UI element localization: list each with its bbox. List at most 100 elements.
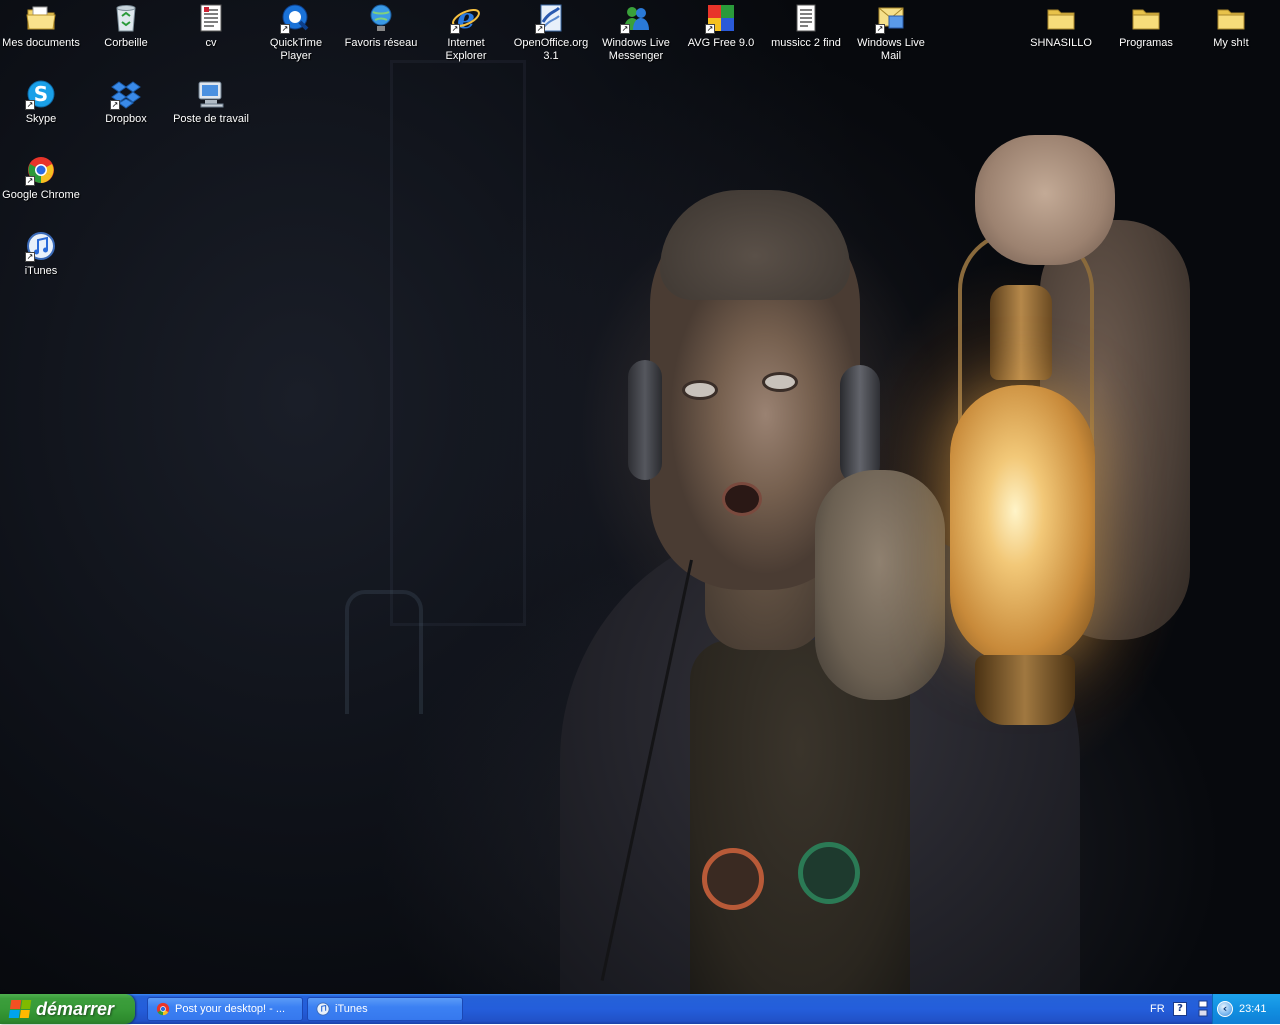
desktop-icon-label: Favoris réseau <box>344 37 418 49</box>
quicktime-icon: ↗ <box>280 2 312 34</box>
windows-logo-icon <box>8 1000 32 1018</box>
shortcut-arrow-icon: ↗ <box>875 24 885 34</box>
desktop-icon-openoffice[interactable]: ↗ OpenOffice.org 3.1 <box>511 2 591 63</box>
desktop-icon-cv[interactable]: cv <box>171 2 251 50</box>
desktop-icon-mes-documents[interactable]: Mes documents <box>1 2 81 50</box>
desktop-icon-internet-explorer[interactable]: e ↗ Internet Explorer <box>426 2 506 63</box>
openoffice-icon: ↗ <box>535 2 567 34</box>
avg-icon: ↗ <box>705 2 737 34</box>
internet-explorer-icon: e ↗ <box>450 2 482 34</box>
shortcut-arrow-icon: ↗ <box>25 100 35 110</box>
wallpaper-arm <box>1040 220 1190 640</box>
desktop-icon-windows-live-mail[interactable]: ↗ Windows Live Mail <box>851 2 931 63</box>
wallpaper-lantern-top <box>990 285 1052 380</box>
desktop-icon-poste-de-travail[interactable]: Poste de travail <box>171 78 251 126</box>
shortcut-arrow-icon: ↗ <box>110 100 120 110</box>
svg-text:S: S <box>34 82 48 106</box>
wallpaper-hair <box>660 190 850 300</box>
start-button-label: démarrer <box>36 998 115 1019</box>
taskbar-button-chrome[interactable]: Post your desktop! - ... <box>147 997 303 1021</box>
wallpaper-door <box>390 60 526 626</box>
mail-icon: ↗ <box>875 2 907 34</box>
messenger-icon: ↗ <box>620 2 652 34</box>
desktop-icon-label: Mes documents <box>2 37 80 49</box>
shortcut-arrow-icon: ↗ <box>620 24 630 34</box>
desktop-icon-itunes[interactable]: ↗ iTunes <box>1 230 81 278</box>
folder-icon <box>1130 2 1162 34</box>
wallpaper-chair <box>345 590 423 714</box>
desktop-icon-label: cv <box>205 37 217 49</box>
taskbar: démarrer Post your desktop! - ... iTunes… <box>0 994 1280 1024</box>
desktop-icon-mussicc-2-find[interactable]: mussicc 2 find <box>766 2 846 50</box>
wallpaper-lantern-handle <box>958 230 1094 454</box>
help-icon[interactable]: ? <box>1173 1002 1187 1016</box>
desktop-icon-label: Dropbox <box>105 113 147 125</box>
notification-icon[interactable] <box>1197 997 1209 1021</box>
desktop-icon-my-sh1t[interactable]: My sh!t <box>1191 2 1271 50</box>
shortcut-arrow-icon: ↗ <box>535 24 545 34</box>
desktop-icon-label: iTunes <box>24 265 58 277</box>
wallpaper-plush-toy <box>815 470 945 700</box>
documents-folder-icon <box>25 2 57 34</box>
desktop-icon-programas[interactable]: Programas <box>1106 2 1186 50</box>
desktop-icon-quicktime[interactable]: ↗ QuickTime Player <box>256 2 336 63</box>
desktop-icon-label: QuickTime Player <box>269 37 323 62</box>
desktop-icon-corbeille[interactable]: Corbeille <box>86 2 166 50</box>
my-computer-icon <box>195 78 227 110</box>
desktop-icon-label: My sh!t <box>1213 37 1249 49</box>
start-button[interactable]: démarrer <box>0 994 135 1024</box>
wallpaper-badge-green <box>798 842 860 904</box>
wallpaper-neck <box>705 500 825 650</box>
desktop-icon-google-chrome[interactable]: ↗ Google Chrome <box>1 154 81 202</box>
dropbox-icon: ↗ <box>110 78 142 110</box>
shortcut-arrow-icon: ↗ <box>25 252 35 262</box>
shortcut-arrow-icon: ↗ <box>280 24 290 34</box>
wallpaper-headphone-right <box>840 365 880 485</box>
desktop-icon-label: Skype <box>25 113 57 125</box>
clock[interactable]: 23:41 <box>1239 1003 1267 1015</box>
system-tray: ‹ 23:41 <box>1212 994 1280 1024</box>
desktop-icon-avg[interactable]: ↗ AVG Free 9.0 <box>681 2 761 50</box>
network-places-icon <box>365 2 397 34</box>
desktop-icon-label: Programas <box>1119 37 1173 49</box>
chrome-icon <box>156 1002 170 1016</box>
wallpaper-lantern-glass <box>950 385 1095 665</box>
desktop-icon-label: Windows Live Messenger <box>602 37 670 62</box>
wallpaper-shirt <box>690 640 910 994</box>
wallpaper-eye-left <box>682 380 718 400</box>
desktop-icon-windows-live-messenger[interactable]: ↗ Windows Live Messenger <box>596 2 676 63</box>
desktop-icon-skype[interactable]: S ↗ Skype <box>1 78 81 126</box>
taskbar-button-itunes[interactable]: iTunes <box>307 997 463 1021</box>
itunes-icon: ↗ <box>25 230 57 262</box>
desktop-icon-label: Internet Explorer <box>445 37 487 62</box>
language-indicator[interactable]: FR <box>1150 1003 1165 1015</box>
taskbar-button-label: Post your desktop! - ... <box>175 1003 286 1015</box>
desktop-icon-label: Windows Live Mail <box>857 37 925 62</box>
desktop-icon-label: AVG Free 9.0 <box>687 37 755 49</box>
wallpaper-badge-orange <box>702 848 764 910</box>
folder-icon <box>1215 2 1247 34</box>
wallpaper-hand <box>975 135 1115 265</box>
text-document-icon <box>195 2 227 34</box>
tray-expand-icon[interactable]: ‹ <box>1217 1001 1233 1017</box>
desktop-icon-label: mussicc 2 find <box>771 37 841 49</box>
desktop-icon-favoris-reseau[interactable]: Favoris réseau <box>341 2 421 50</box>
folder-icon <box>1045 2 1077 34</box>
taskbar-button-label: iTunes <box>335 1003 368 1015</box>
desktop-icon-dropbox[interactable]: ↗ Dropbox <box>86 78 166 126</box>
desktop-icon-label: Google Chrome <box>2 189 80 201</box>
chrome-icon: ↗ <box>25 154 57 186</box>
desktop-icon-label: Poste de travail <box>173 113 249 125</box>
wallpaper-headphone-left <box>628 360 662 480</box>
desktop-icon-label: OpenOffice.org 3.1 <box>513 37 589 62</box>
desktop-icon-label: Corbeille <box>104 37 148 49</box>
wallpaper-figure-body <box>560 520 1080 994</box>
wallpaper-eye-right <box>762 372 798 392</box>
desktop-icon-shnasillo[interactable]: SHNASILLO <box>1021 2 1101 50</box>
shortcut-arrow-icon: ↗ <box>450 24 460 34</box>
shortcut-arrow-icon: ↗ <box>705 24 715 34</box>
wallpaper-lantern-base <box>975 655 1075 725</box>
desktop: Mes documents Corbeille cv ↗ QuickTime P… <box>0 0 1280 994</box>
itunes-icon <box>316 1002 330 1016</box>
wallpaper-mouth <box>722 482 762 516</box>
